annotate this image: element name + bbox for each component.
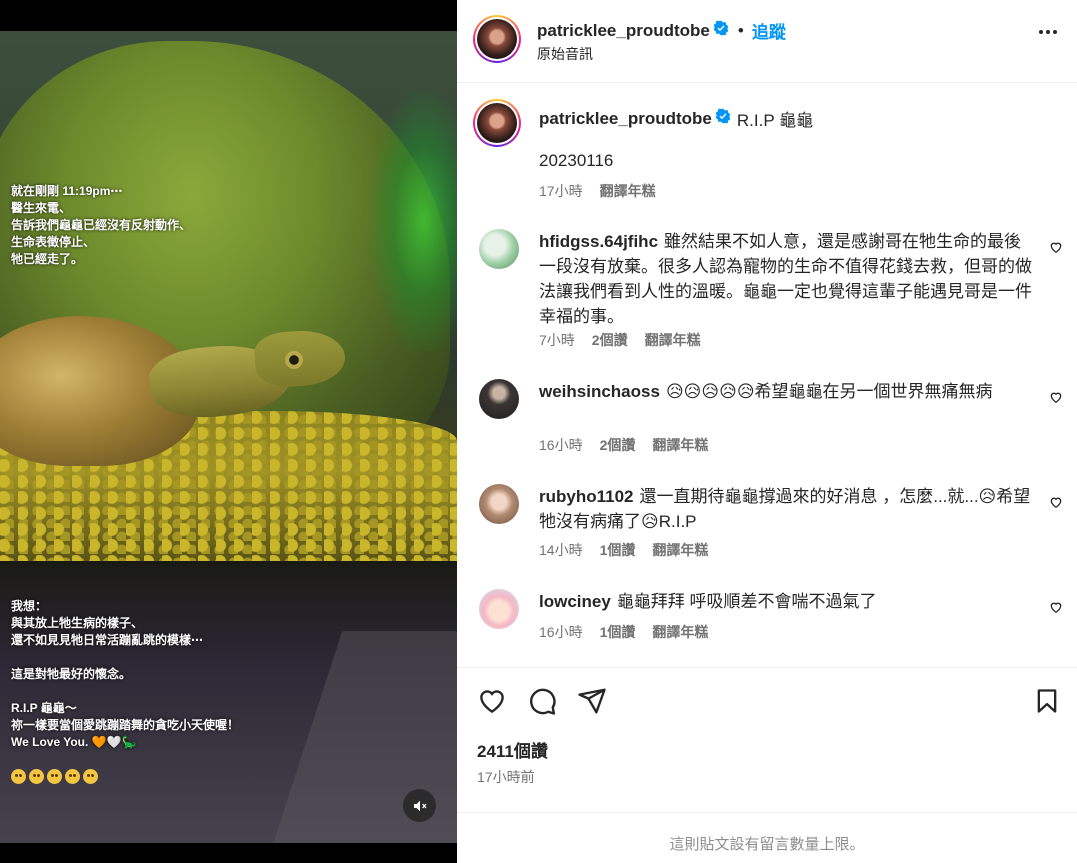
commenter-username[interactable]: hfidgss.64jfihc <box>539 232 658 251</box>
post-panel: patricklee_proudtobe • 追蹤 原始音訊 patrickle… <box>457 0 1077 863</box>
commenter-username[interactable]: lowciney <box>539 592 611 611</box>
comment-likes[interactable]: 1個讚 <box>600 540 636 560</box>
comment-bubble-icon[interactable] <box>527 686 557 716</box>
video-caption-bottom: 我想： 與其放上牠生病的樣子、 還不如見見牠日常活蹦亂跳的模樣⋯ 這是對牠最好的… <box>11 599 240 749</box>
comment-time[interactable]: 14小時 <box>539 540 583 560</box>
comment-meta: 14小時 1個讚 翻譯年糕 <box>539 540 708 560</box>
comment-translate-link[interactable]: 翻譯年糕 <box>652 435 708 455</box>
comment-meta: 16小時 2個讚 翻譯年糕 <box>539 435 708 455</box>
commenter-avatar[interactable] <box>479 484 519 524</box>
video-emoji-row <box>11 769 98 784</box>
post-timestamp[interactable]: 17小時前 <box>477 767 535 787</box>
author-avatar[interactable] <box>473 15 521 63</box>
video-glow <box>370 91 457 351</box>
comment-body: lowciney 龜龜拜拜 呼吸順差不會喘不過氣了 <box>539 589 1034 614</box>
like-count[interactable]: 2411個讚 <box>477 737 548 762</box>
caption-username[interactable]: patricklee_proudtobe <box>539 109 712 129</box>
commenter-avatar[interactable] <box>479 589 519 629</box>
comment-limit-note: 這則貼文設有留言數量上限。 <box>457 812 1077 863</box>
caption-text: R.I.P 龜龜 <box>736 111 814 130</box>
turtle-eye <box>285 351 303 369</box>
author-line: patricklee_proudtobe • 追蹤 <box>537 18 786 43</box>
comment-like-heart-icon[interactable] <box>1049 600 1063 614</box>
comment-translate-link[interactable]: 翻譯年糕 <box>652 622 708 642</box>
caption-line: patricklee_proudtobe R.I.P 龜龜 <box>539 106 813 131</box>
comment-item: lowciney 龜龜拜拜 呼吸順差不會喘不過氣了 16小時 1個讚 翻譯年糕 <box>457 589 1077 649</box>
comment-item: rubyho1102 還一直期待龜龜撐過來的好消息 ，怎麼...就...😥希望牠沒… <box>457 484 1077 564</box>
comment-item: weihsinchaoss 😥😥😥😥😥希望龜龜在另一個世界無痛無病 16小時 2個… <box>457 379 1077 459</box>
comment-time[interactable]: 16小時 <box>539 435 583 455</box>
comment-like-heart-icon[interactable] <box>1049 390 1063 404</box>
commenter-username[interactable]: weihsinchaoss <box>539 382 660 401</box>
pleading-face-icon <box>29 769 44 784</box>
comment-time[interactable]: 16小時 <box>539 622 583 642</box>
pleading-face-icon <box>65 769 80 784</box>
comment-translate-link[interactable]: 翻譯年糕 <box>652 540 708 560</box>
more-options-icon[interactable] <box>1039 30 1057 34</box>
comments-section[interactable]: patricklee_proudtobe R.I.P 龜龜 20230116 1… <box>457 84 1077 668</box>
verified-badge-icon <box>713 20 729 41</box>
pleading-face-icon <box>11 769 26 784</box>
comment-translate-link[interactable]: 翻譯年糕 <box>645 330 701 350</box>
comment-body: weihsinchaoss 😥😥😥😥😥希望龜龜在另一個世界無痛無病 <box>539 379 1034 404</box>
comment-text: 😥😥😥😥😥希望龜龜在另一個世界無痛無病 <box>665 382 993 401</box>
like-heart-icon[interactable] <box>477 686 507 716</box>
author-username[interactable]: patricklee_proudtobe <box>537 21 710 41</box>
post-actions: 2411個讚 17小時前 <box>457 668 1077 813</box>
comment-text: 龜龜拜拜 呼吸順差不會喘不過氣了 <box>616 592 877 611</box>
comment-like-heart-icon[interactable] <box>1049 240 1063 254</box>
comment-likes[interactable]: 1個讚 <box>600 622 636 642</box>
mute-button[interactable] <box>403 789 436 822</box>
commenter-avatar[interactable] <box>479 229 519 269</box>
post-media[interactable]: 就在剛剛 11:19pm⋯ 醫生來電、 告訴我們龜龜已經沒有反射動作、 生命表徵… <box>0 0 457 863</box>
comment-likes[interactable]: 2個讚 <box>592 330 628 350</box>
follow-button[interactable]: 追蹤 <box>752 18 786 43</box>
commenter-avatar[interactable] <box>479 379 519 419</box>
caption-translate-link[interactable]: 翻譯年糕 <box>600 181 656 201</box>
comment-body: rubyho1102 還一直期待龜龜撐過來的好消息 ，怎麼...就...😥希望牠沒… <box>539 484 1034 534</box>
caption-date: 20230116 <box>539 151 614 170</box>
comment-meta: 7小時 2個讚 翻譯年糕 <box>539 330 701 350</box>
commenter-username[interactable]: rubyho1102 <box>539 487 634 506</box>
comment-like-heart-icon[interactable] <box>1049 495 1063 509</box>
header-separator: • <box>737 20 744 40</box>
save-bookmark-icon[interactable] <box>1033 686 1061 716</box>
share-paper-plane-icon[interactable] <box>577 686 607 716</box>
original-audio-link[interactable]: 原始音訊 <box>537 44 593 64</box>
comment-meta: 16小時 1個讚 翻譯年糕 <box>539 622 708 642</box>
comment-item: hfidgss.64jfihc 雖然結果不如人意，還是感謝哥在牠生命的最後一段沒有… <box>457 229 1077 359</box>
pleading-face-icon <box>47 769 62 784</box>
comment-time[interactable]: 7小時 <box>539 330 575 350</box>
verified-badge-icon <box>715 108 731 129</box>
comment-likes[interactable]: 2個讚 <box>600 435 636 455</box>
comment-body: hfidgss.64jfihc 雖然結果不如人意，還是感謝哥在牠生命的最後一段沒有… <box>539 229 1034 329</box>
caption-author-avatar[interactable] <box>473 99 521 147</box>
muted-speaker-icon <box>413 800 427 811</box>
caption-meta: 17小時 翻譯年糕 <box>539 181 656 201</box>
video-caption-top: 就在剛剛 11:19pm⋯ 醫生來電、 告訴我們龜龜已經沒有反射動作、 生命表徵… <box>11 184 192 266</box>
post-header: patricklee_proudtobe • 追蹤 原始音訊 <box>457 0 1077 83</box>
caption-time[interactable]: 17小時 <box>539 181 583 201</box>
pleading-face-icon <box>83 769 98 784</box>
